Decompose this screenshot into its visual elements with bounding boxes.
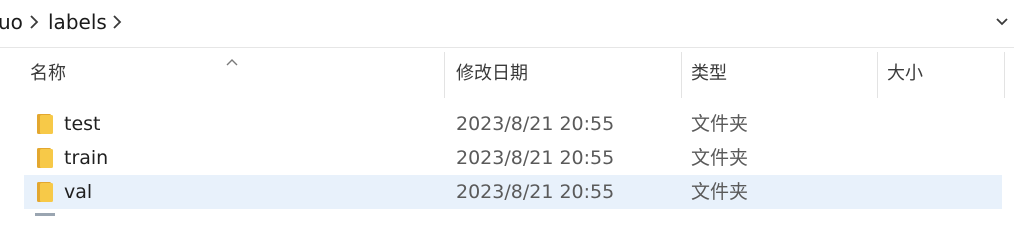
list-item[interactable]: test 2023/8/21 20:55 文件夹 <box>24 107 1002 141</box>
breadcrumb-item-parent[interactable]: uo <box>0 10 23 34</box>
file-name[interactable]: val <box>64 179 92 205</box>
breadcrumb-separator-icon[interactable] <box>27 14 41 30</box>
column-resize-handle[interactable] <box>681 52 682 98</box>
modified-date: 2023/8/21 20:55 <box>456 147 615 169</box>
chevron-down-icon[interactable] <box>994 14 1010 30</box>
column-resize-handle[interactable] <box>877 52 878 98</box>
column-header-row: 名称 修改日期 类型 大小 <box>0 50 1014 100</box>
column-resize-handle[interactable] <box>444 52 445 98</box>
column-header-date[interactable]: 修改日期 <box>456 60 528 88</box>
folder-icon <box>35 146 55 170</box>
column-header-name[interactable]: 名称 <box>30 60 66 88</box>
partial-list-item-edge <box>35 213 55 216</box>
column-resize-handle[interactable] <box>1004 52 1005 98</box>
file-name[interactable]: test <box>64 111 101 137</box>
breadcrumb-separator-icon[interactable] <box>110 14 124 30</box>
list-item-selected[interactable]: val 2023/8/21 20:55 文件夹 <box>24 175 1002 209</box>
file-type: 文件夹 <box>691 113 749 135</box>
folder-icon <box>35 180 55 204</box>
file-type: 文件夹 <box>691 147 749 169</box>
folder-icon <box>35 112 55 136</box>
address-bar-divider <box>0 47 1014 48</box>
column-header-type[interactable]: 类型 <box>691 60 727 88</box>
file-type: 文件夹 <box>691 181 749 203</box>
list-item[interactable]: train 2023/8/21 20:55 文件夹 <box>24 141 1002 175</box>
address-bar[interactable]: uo labels <box>0 0 1014 46</box>
modified-date: 2023/8/21 20:55 <box>456 181 615 203</box>
file-name[interactable]: train <box>64 145 108 171</box>
column-header-size[interactable]: 大小 <box>887 60 923 88</box>
breadcrumb-item-labels[interactable]: labels <box>48 10 107 34</box>
modified-date: 2023/8/21 20:55 <box>456 113 615 135</box>
sort-ascending-icon <box>226 52 238 66</box>
